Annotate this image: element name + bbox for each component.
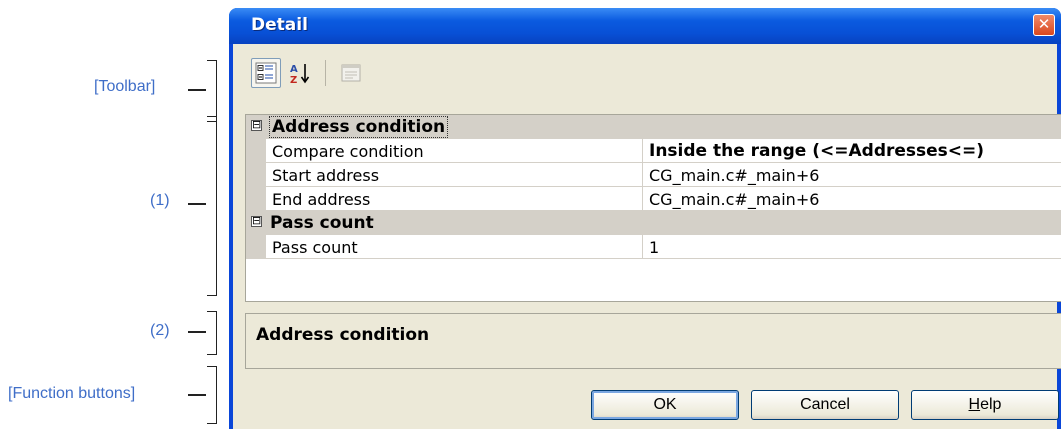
callout-description: (2) [150, 322, 170, 339]
svg-text:Z: Z [290, 75, 297, 85]
property-value[interactable]: CG_main.c#_main+6 [649, 190, 819, 209]
ok-button[interactable]: OK [591, 390, 739, 420]
toolbar: A Z [251, 56, 366, 90]
cancel-button[interactable]: Cancel [751, 390, 899, 420]
column-divider[interactable] [642, 163, 643, 186]
property-value[interactable]: 1 [649, 238, 659, 257]
property-row-compare-condition[interactable]: Compare condition Inside the range (<=Ad… [246, 139, 1061, 163]
row-gutter [246, 187, 266, 210]
column-divider[interactable] [642, 235, 643, 258]
tick-description [188, 331, 206, 333]
category-label: Address condition [268, 116, 449, 138]
brace-description [207, 311, 217, 355]
categorized-view-button[interactable] [251, 58, 281, 88]
row-gutter [246, 139, 266, 162]
property-pages-button[interactable] [336, 58, 366, 88]
callout-grid: (1) [150, 192, 170, 209]
property-row-start-address[interactable]: Start address CG_main.c#_main+6 [246, 163, 1061, 187]
brace-toolbar [207, 60, 217, 122]
close-icon: ✕ [1037, 15, 1051, 33]
brace-function-buttons [207, 366, 217, 424]
tick-grid [188, 203, 206, 205]
property-name: Pass count [272, 238, 358, 257]
detail-dialog: Detail ✕ A Z ⊟ Address condition Compare… [229, 8, 1061, 429]
property-row-pass-count[interactable]: Pass count 1 [246, 235, 1061, 259]
category-address-condition[interactable]: ⊟ Address condition [246, 115, 1061, 139]
tick-toolbar [188, 89, 206, 91]
brace-grid [207, 116, 217, 296]
collapse-icon[interactable]: ⊟ [251, 215, 262, 227]
property-name: Compare condition [272, 142, 424, 161]
column-divider[interactable] [642, 139, 643, 162]
column-divider[interactable] [642, 187, 643, 210]
callout-toolbar: [Toolbar] [94, 78, 156, 95]
alphabetical-sort-button[interactable]: A Z [285, 58, 315, 88]
property-grid: ⊟ Address condition Compare condition In… [245, 114, 1061, 302]
property-name: Start address [272, 166, 380, 185]
svg-text:A: A [290, 64, 298, 75]
property-name: End address [272, 190, 371, 209]
toolbar-separator [325, 60, 326, 86]
title-bar[interactable]: Detail ✕ [229, 8, 1061, 44]
help-button[interactable]: Help [911, 390, 1059, 420]
close-button[interactable]: ✕ [1033, 14, 1055, 36]
window-title: Detail [251, 15, 308, 35]
property-pages-icon [341, 64, 361, 82]
row-gutter [246, 235, 266, 258]
categorized-view-icon [255, 62, 277, 84]
dialog-client-area: A Z ⊟ Address condition Compare conditio… [233, 44, 1061, 429]
property-row-end-address[interactable]: End address CG_main.c#_main+6 [246, 187, 1061, 211]
collapse-icon[interactable]: ⊟ [251, 119, 262, 131]
help-mnemonic: H [968, 396, 981, 413]
callout-function-buttons: [Function buttons] [8, 385, 136, 402]
property-value[interactable]: Inside the range (<=Addresses<=) [649, 141, 984, 161]
description-text: Address condition [256, 325, 430, 345]
category-label: Pass count [270, 213, 374, 233]
help-label: elp [980, 396, 1002, 413]
category-pass-count[interactable]: ⊟ Pass count [246, 211, 1061, 235]
tick-function-buttons [188, 394, 206, 396]
property-value[interactable]: CG_main.c#_main+6 [649, 166, 819, 185]
row-gutter [246, 163, 266, 186]
description-panel: Address condition [245, 313, 1061, 369]
alphabetical-sort-icon: A Z [290, 64, 310, 85]
